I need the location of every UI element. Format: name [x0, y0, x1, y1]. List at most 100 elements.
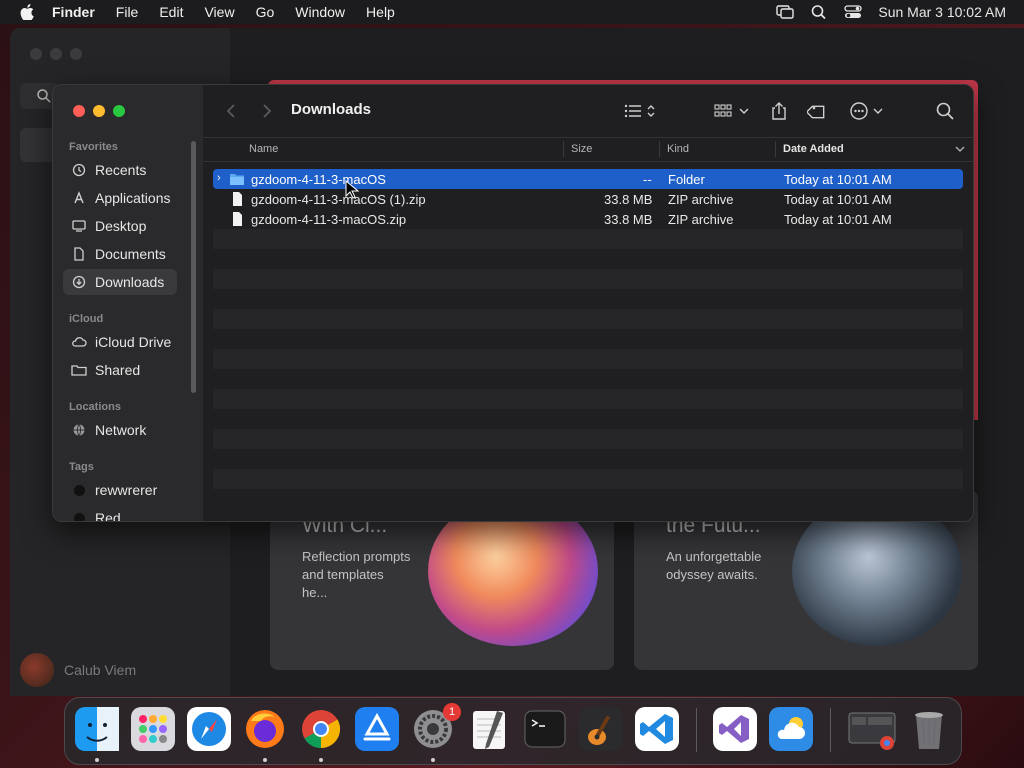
search-icon [37, 89, 51, 103]
sidebar-item-desktop[interactable]: Desktop [63, 213, 177, 239]
mouse-cursor-icon [345, 180, 359, 199]
sort-chevron-down-icon[interactable] [955, 145, 965, 153]
group-grid-icon[interactable] [713, 101, 751, 121]
apple-logo-icon[interactable] [20, 4, 34, 20]
sidebar-item-label: Red [95, 510, 121, 522]
visual-studio-icon[interactable] [713, 707, 757, 751]
minimize-button[interactable] [93, 105, 105, 117]
window-controls [73, 105, 125, 117]
menu-help[interactable]: Help [366, 4, 395, 20]
sidebar-item-network[interactable]: Network [63, 417, 177, 443]
column-name-header[interactable]: Name [249, 143, 278, 155]
textedit-icon[interactable] [467, 707, 511, 751]
file-date-added: Today at 10:01 AM [784, 212, 892, 227]
sidebar-item-applications[interactable]: Applications [63, 185, 177, 211]
sidebar-item-label: Applications [95, 190, 171, 206]
sidebar-item-label: rewwrerer [95, 482, 158, 498]
card-description: An unforgettable odyssey awaits. [666, 549, 762, 582]
chrome-window-icon[interactable] [847, 707, 896, 751]
back-chevron-icon[interactable] [225, 103, 239, 119]
menu-window[interactable]: Window [295, 4, 345, 20]
trash-icon[interactable] [907, 707, 951, 751]
empty-row [213, 249, 963, 269]
cloud-icon [72, 337, 87, 347]
tag-dot-icon [73, 512, 85, 521]
sidebar-item-label: iCloud Drive [95, 334, 172, 350]
file-size: 33.8 MB [604, 212, 653, 227]
screen-mirroring-icon[interactable] [776, 4, 795, 20]
safari-icon[interactable] [187, 707, 231, 751]
control-center-icon[interactable] [844, 4, 863, 20]
file-kind: Folder [668, 172, 705, 187]
clock-icon [72, 163, 86, 177]
vscode-icon[interactable] [635, 707, 679, 751]
file-row-zip-1[interactable]: gzdoom-4-11-3-macOS (1).zip 33.8 MB ZIP … [213, 189, 963, 209]
notification-badge: 1 [443, 703, 461, 721]
sidebar-item-documents[interactable]: Documents [63, 241, 177, 267]
sidebar-item-shared[interactable]: Shared [63, 357, 177, 383]
sidebar-section-favorites: Favorites [69, 141, 118, 153]
more-actions-icon[interactable] [849, 101, 887, 121]
list-view-icon[interactable] [623, 101, 659, 121]
empty-row [213, 369, 963, 389]
menu-go[interactable]: Go [256, 4, 275, 20]
sidebar-section-tags: Tags [69, 461, 94, 473]
system-settings-icon[interactable]: 1 [411, 703, 461, 751]
menu-edit[interactable]: Edit [159, 4, 183, 20]
file-row-zip-2[interactable]: gzdoom-4-11-3-macOS.zip 33.8 MB ZIP arch… [213, 209, 963, 229]
menu-bar: Finder File Edit View Go Window Help Sun… [0, 0, 1024, 24]
file-name: gzdoom-4-11-3-macOS.zip [251, 212, 407, 227]
file-date-added: Today at 10:01 AM [784, 192, 892, 207]
tag-icon[interactable] [807, 101, 829, 121]
column-kind-header[interactable]: Kind [667, 143, 689, 155]
app-store-icon[interactable] [355, 707, 399, 751]
sidebar-item-icloud-drive[interactable]: iCloud Drive [63, 329, 177, 355]
close-button[interactable] [73, 105, 85, 117]
empty-row [213, 269, 963, 289]
disclosure-chevron-icon[interactable]: › [217, 172, 221, 184]
menu-app-name[interactable]: Finder [52, 4, 95, 20]
card-description: Reflection prompts and templates he... [302, 549, 411, 600]
firefox-icon[interactable] [243, 707, 287, 751]
dock: 1 [64, 697, 962, 765]
zoom-button[interactable] [113, 105, 125, 117]
weather-icon[interactable] [769, 707, 813, 751]
sidebar-scrollbar[interactable] [191, 141, 196, 393]
column-date-added-header[interactable]: Date Added [783, 143, 844, 155]
sidebar-item-tag-red[interactable]: Red [63, 505, 177, 522]
empty-row [213, 329, 963, 349]
sidebar-item-recents[interactable]: Recents [63, 157, 177, 183]
sidebar-item-tag-rewwrerer[interactable]: rewwrerer [63, 477, 177, 503]
file-date-added: Today at 10:01 AM [784, 172, 892, 187]
empty-row [213, 309, 963, 329]
file-size: 33.8 MB [604, 192, 653, 207]
search-icon[interactable] [935, 101, 955, 121]
file-icon [233, 212, 242, 226]
menu-view[interactable]: View [204, 4, 234, 20]
file-list: › gzdoom-4-11-3-macOS -- Folder Today at… [213, 169, 963, 509]
menu-file[interactable]: File [116, 4, 139, 20]
avatar [20, 653, 54, 687]
sidebar-item-label: Documents [95, 246, 166, 262]
empty-row [213, 409, 963, 429]
finder-content: Downloads Name Size Kind Date Added › gz… [203, 85, 973, 521]
spotlight-search-icon[interactable] [810, 4, 828, 20]
finder-icon[interactable] [75, 707, 119, 751]
menu-clock[interactable]: Sun Mar 3 10:02 AM [878, 4, 1006, 20]
file-row-folder[interactable]: › gzdoom-4-11-3-macOS -- Folder Today at… [213, 169, 963, 189]
column-size-header[interactable]: Size [571, 143, 592, 155]
background-window-controls [30, 48, 82, 60]
file-name: gzdoom-4-11-3-macOS [251, 172, 386, 187]
garageband-icon[interactable] [579, 707, 623, 751]
launchpad-icon[interactable] [131, 707, 175, 751]
share-icon[interactable] [769, 101, 789, 121]
document-icon [74, 247, 84, 261]
sidebar-item-downloads[interactable]: Downloads [63, 269, 177, 295]
chrome-icon[interactable] [299, 707, 343, 751]
finder-toolbar: Downloads [203, 85, 973, 138]
download-icon [72, 275, 86, 289]
file-name: gzdoom-4-11-3-macOS (1).zip [251, 192, 426, 207]
terminal-icon[interactable] [523, 707, 567, 751]
background-user-profile[interactable]: Calub Viem [20, 653, 136, 687]
forward-chevron-icon[interactable] [259, 103, 273, 119]
